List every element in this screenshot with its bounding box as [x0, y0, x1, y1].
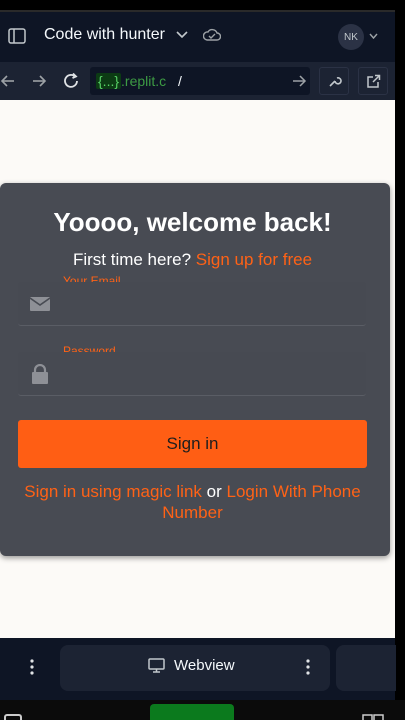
- password-field[interactable]: [18, 352, 366, 396]
- repl-header: Code with hunter NK: [0, 12, 395, 62]
- wrench-icon: [329, 77, 342, 87]
- envelope-icon: [30, 297, 50, 311]
- signup-prompt: First time here?: [72, 250, 192, 269]
- top-strip: [0, 0, 405, 12]
- lock-icon: [32, 364, 48, 384]
- workspace-bottom-bar: Webview: [0, 638, 396, 700]
- signup-prompt-line: First time here? Sign up for free: [0, 250, 385, 270]
- devtools-button[interactable]: [319, 67, 349, 95]
- cloud-sync-icon[interactable]: [203, 27, 221, 45]
- avatar-initials: NK: [344, 31, 358, 43]
- open-new-tab-button[interactable]: [358, 67, 388, 95]
- sidebar-toggle-icon[interactable]: [8, 28, 26, 44]
- tab-options-icon[interactable]: [306, 659, 310, 675]
- page-title: Yoooo, welcome back!: [53, 207, 332, 237]
- url-input[interactable]: {...} .replit.c /: [90, 67, 310, 95]
- url-path: /: [178, 73, 182, 89]
- repl-title[interactable]: Code with hunter: [44, 26, 165, 44]
- active-app-indicator[interactable]: [150, 704, 234, 720]
- go-arrow-icon[interactable]: [290, 72, 308, 90]
- nav-back-icon[interactable]: [4, 714, 22, 720]
- chevron-down-icon[interactable]: [369, 32, 378, 40]
- signup-link[interactable]: Sign up for free: [196, 250, 312, 269]
- more-options-icon[interactable]: [30, 659, 34, 675]
- url-host: {...} .replit.c: [96, 73, 167, 89]
- avatar[interactable]: NK: [338, 24, 364, 50]
- chevron-down-icon[interactable]: [176, 30, 188, 40]
- tab-webview-label[interactable]: Webview: [174, 657, 235, 674]
- forward-arrow-icon[interactable]: [30, 72, 48, 90]
- refresh-icon[interactable]: [62, 72, 80, 90]
- external-link-icon: [367, 74, 381, 88]
- sign-in-button[interactable]: Sign in: [18, 420, 367, 468]
- magic-link[interactable]: Sign in using magic link: [24, 482, 202, 501]
- or-text: or: [206, 482, 222, 501]
- device-nav-bar: [0, 700, 405, 720]
- login-card: Yoooo, welcome back! First time here? Si…: [0, 183, 390, 556]
- browser-url-bar: {...} .replit.c /: [0, 62, 395, 100]
- recent-apps-icon[interactable]: [362, 714, 384, 720]
- email-field[interactable]: [18, 282, 366, 326]
- alt-login-links: Sign in using magic link or Login With P…: [0, 481, 385, 523]
- tab-next[interactable]: [336, 645, 396, 691]
- monitor-icon: [148, 658, 165, 673]
- back-arrow-icon[interactable]: [0, 72, 18, 90]
